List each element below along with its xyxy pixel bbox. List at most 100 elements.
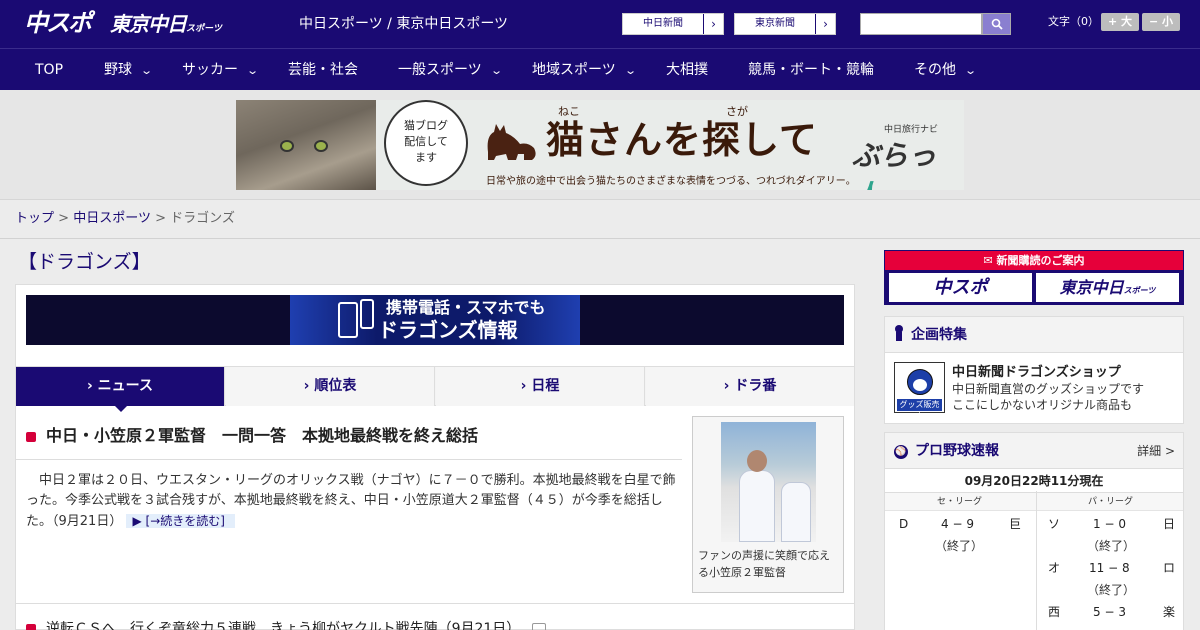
central-game-away: 巨	[1009, 517, 1022, 531]
nav-item-sumo[interactable]: 大相撲	[666, 49, 708, 91]
photo-head	[747, 450, 767, 472]
scores-detail-link[interactable]: 詳細 >	[1137, 433, 1175, 469]
chunichi-shimbun-label: 中日新聞	[623, 14, 703, 34]
shop-icon-text: グッズ販売中	[897, 399, 942, 421]
pacific-game-status: （終了）	[1087, 539, 1136, 553]
award-ribbon-icon	[894, 325, 904, 341]
news-panel: 携帯電話・スマホでも ドラゴンズ情報 › ニュース › 順位表 › 日程 › ド…	[15, 284, 855, 630]
pacific-game-home: ソ	[1048, 517, 1061, 531]
breadcrumb-separator: >	[155, 211, 166, 226]
lead-article-title[interactable]: 中日・小笠原２軍監督 一問一答 本拠地最終戦を終え総括	[26, 425, 478, 447]
tab-news[interactable]: › ニュース	[16, 367, 225, 406]
lead-article-body-text: 中日２軍は２０日、ウエスタン・リーグのオリックス戦（ナゴヤ）に７－０で勝利。本拠…	[26, 473, 676, 529]
central-game-home: D	[899, 517, 909, 531]
breadcrumb-current: ドラゴンズ	[170, 211, 235, 226]
tab-schedule[interactable]: › 日程	[436, 367, 645, 406]
news-list-item[interactable]: 逆転ＣＳへ 行くぞ竜総力５連戦 きょう柳がヤクルト戦先陣（9月21日）	[26, 619, 547, 630]
scores-heading-text: プロ野球速報	[915, 443, 999, 459]
bubble-text: 猫ブログ 配信して ます	[404, 119, 448, 164]
cat-eye	[280, 140, 294, 152]
nav-item-general-sports[interactable]: 一般スポーツ ⌄	[398, 49, 503, 91]
chevron-down-icon: ⌄	[246, 64, 260, 77]
font-size-label: 文字（0）	[1048, 15, 1099, 28]
search-icon	[991, 18, 1003, 30]
search-input[interactable]	[860, 13, 982, 35]
scores-heading: ⚾ プロ野球速報 詳細 >	[885, 433, 1183, 469]
bullet-icon	[26, 432, 36, 442]
nav-item-soccer[interactable]: サッカー ⌄	[182, 49, 260, 91]
nav-item-label: 競馬・ボート・競輪	[748, 62, 874, 78]
chevron-down-icon: ⌄	[623, 64, 637, 77]
cat-blog-banner[interactable]: 猫ブログ 配信して ます ねこ さが 猫さんを探して 日常や旅の途中で出会う猫た…	[236, 100, 964, 190]
chevron-down-icon: ⌄	[140, 64, 154, 77]
tokyo-chunichi-logo-text: 東京中日	[110, 12, 187, 36]
search-button[interactable]	[982, 13, 1011, 35]
nav-item-baseball[interactable]: 野球 ⌄	[104, 49, 154, 91]
page-title: 【ドラゴンズ】	[18, 251, 151, 273]
nav-item-label: 野球	[104, 62, 132, 78]
pacific-game-score[interactable]: 11 − 8	[1089, 559, 1130, 577]
photo-person	[781, 482, 811, 542]
subscription-banner[interactable]: ✉ 新聞購読のご案内 中スポ 東京中日スポーツ	[884, 250, 1184, 305]
mobile-dragons-banner[interactable]: 携帯電話・スマホでも ドラゴンズ情報	[26, 295, 844, 345]
chevron-down-icon: ⌄	[489, 64, 503, 77]
breadcrumb-link-chunichi-sports[interactable]: 中日スポーツ	[73, 211, 151, 226]
pacific-game-home: 西	[1048, 605, 1061, 619]
cat-silhouette-icon	[487, 124, 536, 160]
nav-item-other[interactable]: その他 ⌄	[914, 49, 978, 91]
chuspo-logo[interactable]: 中スポ	[24, 8, 92, 38]
cat-eye	[314, 140, 328, 152]
subscribe-tokyo-chunichi-logo[interactable]: 東京中日スポーツ	[1036, 273, 1179, 302]
ad-banner-area: 猫ブログ 配信して ます ねこ さが 猫さんを探して 日常や旅の途中で出会う猫た…	[0, 90, 1200, 200]
tokyo-shimbun-link[interactable]: 東京新聞 ›	[734, 13, 836, 35]
central-game-score[interactable]: 4 − 9	[941, 515, 974, 533]
bullet-icon	[26, 624, 36, 630]
nav-item-local-sports[interactable]: 地域スポーツ ⌄	[532, 49, 637, 91]
chevron-right-icon: ›	[815, 14, 835, 34]
scores-updated-time: 09月20日22時11分現在	[885, 469, 1183, 493]
nav-item-label: 地域スポーツ	[532, 62, 616, 78]
tokyo-shimbun-label: 東京新聞	[735, 14, 815, 34]
font-size-increase-button[interactable]: + 大	[1101, 13, 1139, 31]
pacific-game-score[interactable]: 5 − 3	[1093, 603, 1126, 621]
phone-icon	[338, 302, 358, 338]
read-more-link[interactable]: ▶ [→続きを読む]	[126, 514, 235, 528]
baseball-icon: ⚾	[894, 445, 908, 459]
mascot-face	[907, 369, 933, 395]
divider	[16, 459, 682, 460]
shop-desc-line: 中日新聞直営のグッズショップです	[952, 382, 1145, 396]
font-size-decrease-button[interactable]: − 小	[1142, 13, 1180, 31]
chevron-down-icon: ⌄	[964, 64, 978, 77]
nav-item-entertainment[interactable]: 芸能・社会	[288, 49, 358, 91]
chevron-right-icon: ›	[703, 14, 723, 34]
league-header-row: セ・リーグ パ・リーグ	[885, 493, 1183, 511]
pacific-game-home: オ	[1048, 561, 1061, 575]
camera-icon	[532, 623, 547, 630]
tab-dora-ban[interactable]: › ドラ番	[646, 367, 855, 406]
pacific-game-away: 楽	[1163, 605, 1176, 619]
tokyo-chunichi-logo[interactable]: 東京中日スポーツ	[110, 9, 222, 39]
breadcrumb-link-top[interactable]: トップ	[15, 211, 54, 226]
tokyo-chunichi-logo-small: スポーツ	[186, 24, 222, 34]
dragons-shop-item[interactable]: グッズ販売中 中日新聞ドラゴンズショップ 中日新聞直営のグッズショップです ここに…	[885, 353, 1183, 423]
nav-item-label: その他	[914, 62, 956, 78]
site-title: 中日スポーツ / 東京中日スポーツ	[299, 16, 509, 32]
divider	[16, 603, 854, 604]
top-header: 中スポ 東京中日スポーツ 中日スポーツ / 東京中日スポーツ 中日新聞 › 東京…	[0, 0, 1200, 48]
banner-subtitle: 日常や旅の途中で出会う猫たちのさまざまな表情をつづる、つれづれダイアリー。	[486, 176, 856, 187]
mobile-banner-line1: 携帯電話・スマホでも	[386, 298, 546, 317]
main-nav: TOP 野球 ⌄ サッカー ⌄ 芸能・社会 一般スポーツ ⌄ 地域スポーツ ⌄ 大相撲 …	[0, 48, 1200, 90]
lead-article-title-text: 中日・小笠原２軍監督 一問一答 本拠地最終戦を終え総括	[46, 426, 479, 445]
pacific-game-score[interactable]: 1 − 0	[1093, 515, 1126, 533]
pacific-league-label: パ・リーグ	[1087, 497, 1133, 507]
nav-item-racing[interactable]: 競馬・ボート・競輪	[748, 49, 874, 91]
tab-standings[interactable]: › 順位表	[226, 367, 435, 406]
photo-caption: ファンの声援に笑顔で応える小笠原２軍監督	[698, 549, 830, 579]
divider	[0, 238, 1200, 239]
lead-photo-box[interactable]: ファンの声援に笑顔で応える小笠原２軍監督	[692, 416, 844, 593]
nav-item-top[interactable]: TOP	[35, 49, 63, 91]
chunichi-shimbun-link[interactable]: 中日新聞 ›	[622, 13, 724, 35]
subscribe-chuspo-logo[interactable]: 中スポ	[889, 273, 1032, 302]
banner-brand-main: ぶらっ	[852, 139, 937, 172]
ruby-saga: さが	[726, 105, 748, 118]
